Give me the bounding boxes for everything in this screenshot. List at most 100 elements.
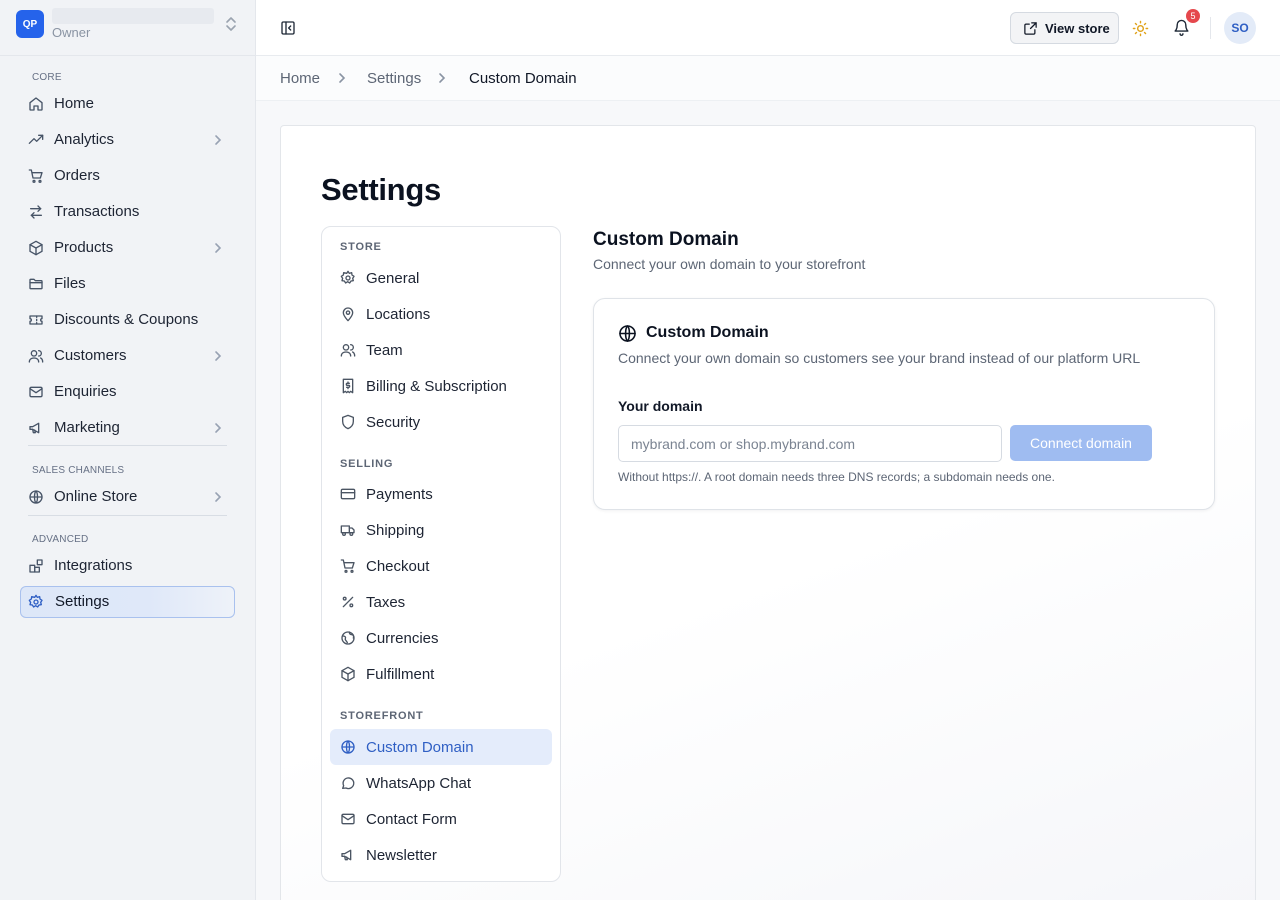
- settings-item-general[interactable]: General: [330, 260, 552, 296]
- settings-item-label: Fulfillment: [366, 666, 435, 683]
- chat-bubble-icon: [340, 775, 356, 791]
- workspace-switcher[interactable]: QP Owner: [0, 0, 255, 56]
- settings-item-label: General: [366, 270, 420, 287]
- sidebar-item-integrations[interactable]: Integrations: [20, 550, 235, 582]
- breadcrumb-current: Custom Domain: [469, 70, 577, 87]
- settings-item-checkout[interactable]: Checkout: [330, 548, 552, 584]
- sidebar-item-online-store[interactable]: Online Store: [20, 481, 235, 513]
- sidebar-item-products[interactable]: Products: [20, 232, 235, 264]
- topbar-divider: [1210, 17, 1211, 39]
- settings-item-shipping[interactable]: Shipping: [330, 512, 552, 548]
- settings-item-label: Newsletter: [366, 847, 437, 864]
- sun-icon[interactable]: [1132, 20, 1149, 37]
- box-icon: [340, 666, 356, 682]
- settings-item-label: Payments: [366, 486, 433, 503]
- connect-domain-button[interactable]: Connect domain: [1010, 425, 1152, 461]
- domain-input[interactable]: [618, 425, 1002, 462]
- globe-icon: [28, 489, 44, 505]
- sidebar-item-label: Products: [54, 239, 114, 256]
- sidebar-item-enquiries[interactable]: Enquiries: [20, 376, 235, 408]
- sidebar-divider: [28, 515, 227, 516]
- truck-icon: [340, 522, 356, 538]
- settings-item-whatsapp-chat[interactable]: WhatsApp Chat: [330, 765, 552, 801]
- sidebar-item-home[interactable]: Home: [20, 88, 235, 120]
- percent-icon: [340, 594, 356, 610]
- bell-icon[interactable]: [1173, 19, 1190, 36]
- sidebar-item-files[interactable]: Files: [20, 268, 235, 300]
- avatar[interactable]: SO: [1224, 12, 1256, 44]
- settings-item-label: Team: [366, 342, 403, 359]
- settings-item-billing[interactable]: Billing & Subscription: [330, 368, 552, 404]
- sidebar-item-analytics[interactable]: Analytics: [20, 124, 235, 156]
- workspace-role: Owner: [52, 25, 91, 40]
- chevron-right-icon: [338, 72, 346, 84]
- settings-item-payments[interactable]: Payments: [330, 476, 552, 512]
- settings-item-team[interactable]: Team: [330, 332, 552, 368]
- breadcrumb: Home Settings Custom Domain: [256, 56, 1280, 101]
- settings-section-selling: SELLING: [340, 458, 394, 470]
- settings-item-taxes[interactable]: Taxes: [330, 584, 552, 620]
- section-title: Custom Domain: [593, 229, 739, 250]
- sidebar-item-label: Discounts & Coupons: [54, 311, 199, 328]
- settings-section-storefront: STOREFRONT: [340, 710, 424, 722]
- sidebar-item-transactions[interactable]: Transactions: [20, 196, 235, 228]
- sidebar-toggle-icon[interactable]: [280, 20, 296, 36]
- sidebar-item-label: Marketing: [54, 419, 120, 436]
- settings-item-custom-domain[interactable]: Custom Domain: [330, 729, 552, 765]
- settings-item-contact-form[interactable]: Contact Form: [330, 801, 552, 837]
- sidebar-item-label: Customers: [54, 347, 127, 364]
- sidebar: QP Owner CORE Home Analytics Orders Tran…: [0, 0, 256, 900]
- ticket-icon: [28, 312, 44, 328]
- settings-item-locations[interactable]: Locations: [330, 296, 552, 332]
- breadcrumb-home[interactable]: Home: [280, 70, 320, 87]
- chevrons-up-down-icon: [224, 16, 238, 32]
- topbar: View store 5 SO: [256, 0, 1280, 56]
- settings-item-label: Locations: [366, 306, 431, 323]
- sidebar-item-label: Files: [54, 275, 86, 292]
- gear-icon: [340, 270, 356, 286]
- settings-item-fulfillment[interactable]: Fulfillment: [330, 656, 552, 692]
- view-store-button[interactable]: View store: [1010, 12, 1119, 44]
- settings-item-label: Security: [366, 414, 421, 431]
- settings-item-label: Contact Form: [366, 811, 457, 828]
- megaphone-icon: [28, 420, 44, 436]
- cart-icon: [340, 558, 356, 574]
- view-store-label: View store: [1045, 21, 1110, 36]
- store-logo: QP: [16, 10, 44, 38]
- card-description: Connect your own domain so customers see…: [618, 350, 1141, 366]
- mail-icon: [28, 384, 44, 400]
- shield-icon: [340, 414, 356, 430]
- sidebar-item-label: Transactions: [54, 203, 140, 220]
- sidebar-section-advanced: ADVANCED: [32, 534, 89, 545]
- sidebar-item-marketing[interactable]: Marketing: [20, 412, 235, 444]
- settings-item-label: Shipping: [366, 522, 425, 539]
- settings-item-currencies[interactable]: Currencies: [330, 620, 552, 656]
- card-title: Custom Domain: [646, 324, 769, 341]
- settings-item-newsletter[interactable]: Newsletter: [330, 837, 552, 873]
- megaphone-icon: [340, 847, 356, 863]
- breadcrumb-settings[interactable]: Settings: [367, 70, 421, 87]
- arrows-swap-icon: [28, 204, 44, 220]
- page-title: Settings: [321, 172, 441, 207]
- sidebar-item-customers[interactable]: Customers: [20, 340, 235, 372]
- settings-item-label: Billing & Subscription: [366, 378, 507, 395]
- cart-icon: [28, 168, 44, 184]
- settings-item-label: WhatsApp Chat: [366, 775, 472, 792]
- globe-icon: [340, 630, 356, 646]
- globe-icon: [340, 739, 356, 755]
- sidebar-item-settings[interactable]: Settings: [20, 586, 235, 618]
- sidebar-item-label: Enquiries: [54, 383, 117, 400]
- store-name-placeholder: [52, 8, 214, 24]
- notification-badge: 5: [1186, 9, 1200, 23]
- sidebar-item-discounts[interactable]: Discounts & Coupons: [20, 304, 235, 336]
- chevron-right-icon: [438, 72, 446, 84]
- trending-up-icon: [28, 132, 44, 148]
- domain-help-text: Without https://. A root domain needs th…: [618, 470, 1055, 484]
- sidebar-item-orders[interactable]: Orders: [20, 160, 235, 192]
- mail-icon: [340, 811, 356, 827]
- credit-card-icon: [340, 486, 356, 502]
- sidebar-divider: [28, 445, 227, 446]
- settings-item-security[interactable]: Security: [330, 404, 552, 440]
- external-link-icon: [1023, 21, 1038, 36]
- settings-section-store: STORE: [340, 241, 382, 253]
